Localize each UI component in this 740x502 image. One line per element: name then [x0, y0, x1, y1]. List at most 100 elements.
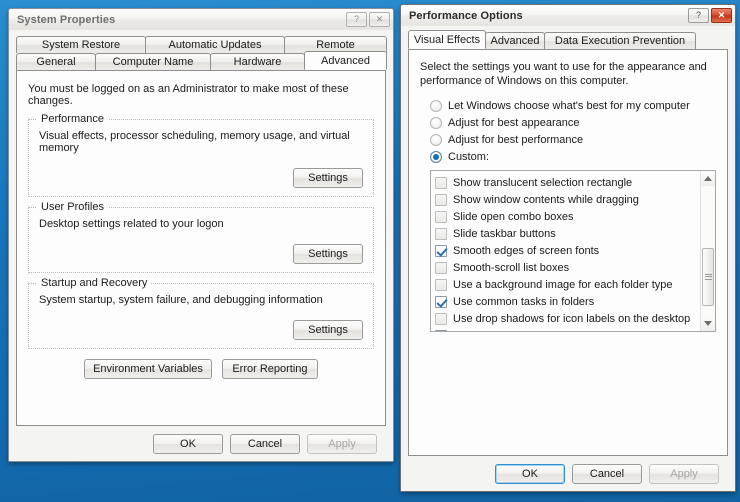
checkbox-icon[interactable]	[435, 295, 447, 308]
list-item[interactable]: Use common tasks in folders	[435, 293, 700, 310]
tab-hardware[interactable]: Hardware	[210, 53, 305, 70]
system-properties-body: System Restore Automatic Updates Remote …	[9, 30, 393, 461]
tab-general[interactable]: General	[16, 53, 96, 70]
list-item[interactable]: Use drop shadows for icon labels on the …	[435, 310, 700, 327]
list-item[interactable]: Slide taskbar buttons	[435, 225, 700, 242]
checkbox-icon[interactable]	[435, 227, 447, 240]
list-item[interactable]: Use a background image for each folder t…	[435, 276, 700, 293]
visual-effects-panel: Select the settings you want to use for …	[408, 49, 728, 456]
radio-label: Let Windows choose what's best for my co…	[448, 99, 690, 112]
visual-effects-intro-line2: performance of Windows on this computer.	[420, 75, 629, 87]
tab-advanced[interactable]: Advanced	[485, 32, 545, 49]
help-icon[interactable]: ?	[688, 8, 709, 23]
system-properties-titlebar[interactable]: System Properties ? ✕	[9, 9, 393, 30]
list-item[interactable]: Show translucent selection rectangle	[435, 174, 700, 191]
checkbox-icon[interactable]	[435, 261, 447, 274]
tab-data-execution-prevention[interactable]: Data Execution Prevention	[544, 32, 696, 49]
checkbox-icon[interactable]	[435, 329, 447, 331]
performance-options-title: Performance Options	[409, 9, 523, 22]
tab-visual-effects[interactable]: Visual Effects	[408, 30, 486, 49]
list-item-label: Show window contents while dragging	[453, 193, 639, 206]
perfopts-ok-button[interactable]: OK	[495, 464, 565, 484]
scroll-up-icon[interactable]	[701, 171, 715, 186]
environment-variables-button[interactable]: Environment Variables	[84, 359, 212, 379]
visual-effects-intro: Select the settings you want to use for …	[420, 60, 716, 88]
list-item[interactable]: Smooth-scroll list boxes	[435, 259, 700, 276]
checkbox-icon[interactable]	[435, 312, 447, 325]
radio-label: Adjust for best performance	[448, 133, 584, 146]
scrollbar-track[interactable]	[701, 186, 715, 316]
checkbox-icon[interactable]	[435, 176, 447, 189]
visual-effects-list: Show translucent selection rectangle Sho…	[431, 171, 700, 331]
radio-icon[interactable]	[430, 99, 442, 112]
list-item[interactable]: Slide open combo boxes	[435, 208, 700, 225]
performance-options-window[interactable]: Performance Options ? ✕ Visual Effects A…	[400, 4, 736, 492]
close-icon[interactable]: ✕	[711, 8, 732, 23]
startup-recovery-group-description: System startup, system failure, and debu…	[39, 294, 323, 306]
checkbox-icon[interactable]	[435, 210, 447, 223]
list-item-label: Use drop shadows for icon labels on the …	[453, 312, 691, 325]
radio-custom[interactable]: Custom:	[430, 148, 716, 165]
startup-recovery-settings-button[interactable]: Settings	[293, 320, 363, 340]
performance-group-description: Visual effects, processor scheduling, me…	[39, 130, 350, 154]
user-profiles-group-description: Desktop settings related to your logon	[39, 218, 224, 230]
radio-icon[interactable]	[430, 150, 442, 163]
user-profiles-settings-button[interactable]: Settings	[293, 244, 363, 264]
grip-icon	[704, 273, 712, 280]
perfopts-cancel-button[interactable]: Cancel	[572, 464, 642, 484]
visual-effects-listbox[interactable]: Show translucent selection rectangle Sho…	[430, 170, 716, 332]
radio-adjust-best-appearance[interactable]: Adjust for best appearance	[430, 114, 716, 131]
arrow-down-glyph	[704, 321, 712, 326]
tab-system-restore[interactable]: System Restore	[16, 36, 146, 53]
checkbox-icon[interactable]	[435, 244, 447, 257]
radio-adjust-best-performance[interactable]: Adjust for best performance	[430, 131, 716, 148]
tab-filler	[695, 32, 728, 49]
list-item-label: Use a background image for each folder t…	[453, 278, 673, 291]
radio-label: Custom:	[448, 150, 489, 163]
arrow-up-glyph	[704, 176, 712, 181]
advanced-tab-panel: You must be logged on as an Administrato…	[16, 70, 386, 426]
scroll-down-icon[interactable]	[701, 316, 715, 331]
list-item[interactable]: Show window contents while dragging	[435, 191, 700, 208]
tab-computer-name[interactable]: Computer Name	[95, 53, 211, 70]
sysprops-cancel-button[interactable]: Cancel	[230, 434, 300, 454]
performance-options-titlebar[interactable]: Performance Options ? ✕	[401, 5, 735, 26]
tab-automatic-updates[interactable]: Automatic Updates	[145, 36, 285, 53]
system-properties-tabstrip: System Restore Automatic Updates Remote …	[16, 36, 387, 70]
performance-group-title: Performance	[37, 113, 108, 125]
list-item-label: Use visual styles on windows and buttons	[453, 330, 656, 332]
tab-advanced[interactable]: Advanced	[304, 51, 387, 70]
startup-recovery-group: Startup and Recovery System startup, sys…	[28, 277, 374, 349]
tab-row-2: General Computer Name Hardware Advanced	[16, 51, 387, 70]
startup-recovery-button-row: Settings	[39, 320, 363, 340]
list-item-label: Use common tasks in folders	[453, 295, 595, 308]
error-reporting-button[interactable]: Error Reporting	[221, 359, 318, 379]
performance-button-row: Settings	[39, 168, 363, 188]
listbox-scrollbar[interactable]	[700, 171, 715, 331]
system-properties-window[interactable]: System Properties ? ✕ System Restore Aut…	[8, 8, 394, 462]
scrollbar-thumb[interactable]	[702, 248, 714, 306]
checkbox-icon[interactable]	[435, 193, 447, 206]
performance-options-body: Visual Effects Advanced Data Execution P…	[401, 26, 735, 491]
list-item-label: Smooth-scroll list boxes	[453, 261, 570, 274]
performance-group: Performance Visual effects, processor sc…	[28, 113, 374, 197]
help-icon[interactable]: ?	[346, 12, 367, 27]
user-profiles-group: User Profiles Desktop settings related t…	[28, 201, 374, 273]
user-profiles-button-row: Settings	[39, 244, 363, 264]
system-properties-footer: OK Cancel Apply	[16, 426, 386, 454]
sysprops-ok-button[interactable]: OK	[153, 434, 223, 454]
list-item[interactable]: Smooth edges of screen fonts	[435, 242, 700, 259]
startup-recovery-group-title: Startup and Recovery	[37, 277, 152, 289]
system-properties-title: System Properties	[17, 13, 116, 26]
list-item-label: Smooth edges of screen fonts	[453, 244, 600, 257]
list-item-label: Show translucent selection rectangle	[453, 176, 633, 189]
checkbox-icon[interactable]	[435, 278, 447, 291]
radio-let-windows-choose[interactable]: Let Windows choose what's best for my co…	[430, 97, 716, 114]
visual-effects-intro-line1: Select the settings you want to use for …	[420, 61, 707, 73]
performance-settings-button[interactable]: Settings	[293, 168, 363, 188]
radio-icon[interactable]	[430, 116, 442, 129]
radio-icon[interactable]	[430, 133, 442, 146]
list-item[interactable]: Use visual styles on windows and buttons	[435, 327, 700, 331]
close-icon[interactable]: ✕	[369, 12, 390, 27]
list-item-label: Slide taskbar buttons	[453, 227, 556, 240]
